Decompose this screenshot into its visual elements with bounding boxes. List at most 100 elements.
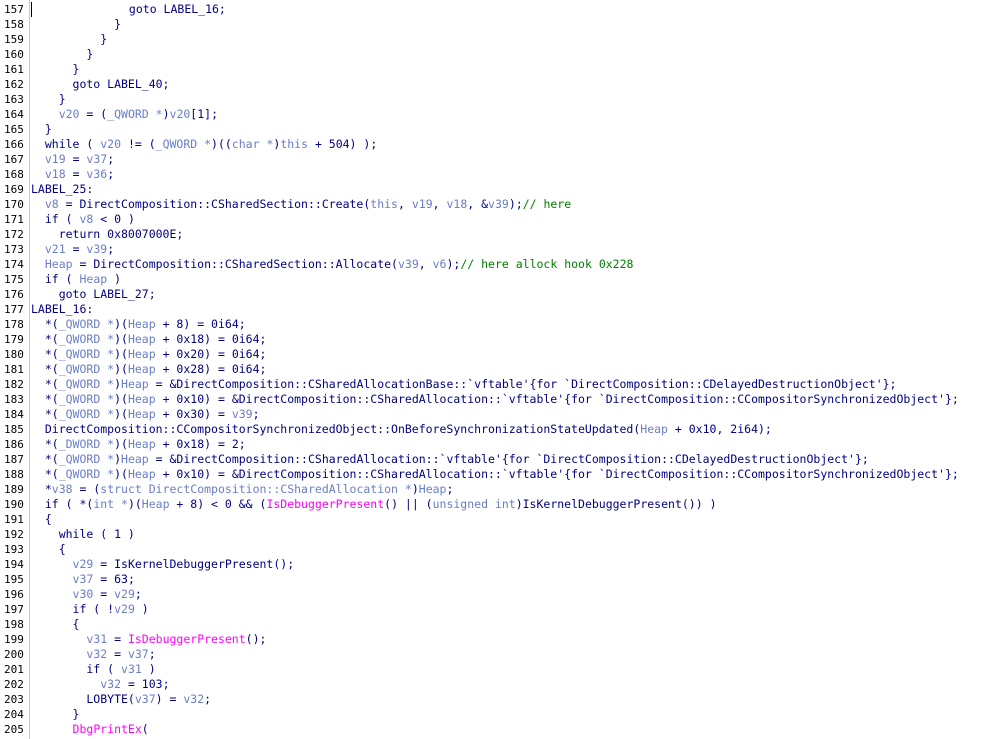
identifier[interactable]: v39 bbox=[398, 257, 419, 271]
code-line[interactable]: 186 *(_DWORD *)(Heap + 0x18) = 2; bbox=[0, 437, 988, 452]
code-content[interactable]: v29 = IsKernelDebuggerPresent(); bbox=[31, 557, 295, 572]
identifier[interactable]: v29 bbox=[114, 587, 135, 601]
identifier[interactable]: v32 bbox=[100, 677, 121, 691]
code-line[interactable]: 190 if ( *(int *)(Heap + 8) < 0 && (IsDe… bbox=[0, 497, 988, 512]
identifier[interactable]: this bbox=[370, 197, 398, 211]
identifier[interactable]: v32 bbox=[183, 692, 204, 706]
code-line[interactable]: 178 *(_QWORD *)(Heap + 8) = 0i64; bbox=[0, 317, 988, 332]
identifier[interactable]: v39 bbox=[86, 242, 107, 256]
code-line[interactable]: 167 v19 = v37; bbox=[0, 152, 988, 167]
identifier[interactable]: v39 bbox=[488, 197, 509, 211]
code-content[interactable]: if ( !v29 ) bbox=[31, 602, 149, 617]
code-line[interactable]: 195 v37 = 63; bbox=[0, 572, 988, 587]
import-call[interactable]: DbgPrintEx bbox=[73, 722, 142, 736]
identifier[interactable]: Heap bbox=[121, 452, 149, 466]
identifier[interactable]: v37 bbox=[128, 647, 149, 661]
identifier[interactable]: Heap bbox=[640, 422, 668, 436]
code-content[interactable]: if ( v8 < 0 ) bbox=[31, 212, 135, 227]
code-line[interactable]: 192 while ( 1 ) bbox=[0, 527, 988, 542]
code-content[interactable]: if ( *(int *)(Heap + 8) < 0 && (IsDebugg… bbox=[31, 497, 717, 512]
identifier[interactable]: v8 bbox=[45, 197, 59, 211]
identifier[interactable]: Heap bbox=[128, 407, 156, 421]
code-content[interactable]: } bbox=[31, 47, 93, 62]
code-content[interactable]: { bbox=[31, 617, 80, 632]
code-line[interactable]: 183 *(_QWORD *)(Heap + 0x10) = &DirectCo… bbox=[0, 392, 988, 407]
code-content[interactable]: DirectComposition::CCompositorSynchroniz… bbox=[31, 422, 772, 437]
code-lines[interactable]: 157 goto LABEL_16; 158 } 159 } 160 } 161 } 16… bbox=[0, 2, 988, 737]
code-content[interactable]: goto LABEL_40; bbox=[31, 77, 170, 92]
code-content[interactable]: v30 = v29; bbox=[31, 587, 142, 602]
code-line[interactable]: 200 v32 = v37; bbox=[0, 647, 988, 662]
code-line[interactable]: 184 *(_QWORD *)(Heap + 0x30) = v39; bbox=[0, 407, 988, 422]
identifier[interactable]: v38 bbox=[52, 482, 73, 496]
code-content[interactable]: if ( v31 ) bbox=[31, 662, 155, 677]
code-content[interactable]: v21 = v39; bbox=[31, 242, 114, 257]
code-line[interactable]: 160 } bbox=[0, 47, 988, 62]
code-line[interactable]: 169 LABEL_25: bbox=[0, 182, 988, 197]
identifier[interactable]: v37 bbox=[86, 152, 107, 166]
code-line[interactable]: 193 { bbox=[0, 542, 988, 557]
identifier[interactable]: int * bbox=[93, 497, 128, 511]
identifier[interactable]: v21 bbox=[45, 242, 66, 256]
identifier[interactable]: this bbox=[280, 137, 308, 151]
code-line[interactable]: 179 *(_QWORD *)(Heap + 0x18) = 0i64; bbox=[0, 332, 988, 347]
identifier[interactable]: _QWORD * bbox=[59, 362, 114, 376]
code-content[interactable]: { bbox=[31, 512, 52, 527]
code-content[interactable]: DbgPrintEx( bbox=[31, 722, 149, 737]
identifier[interactable]: unsigned int bbox=[433, 497, 516, 511]
code-line[interactable]: 188 *(_QWORD *)(Heap + 0x10) = &DirectCo… bbox=[0, 467, 988, 482]
code-line[interactable]: 158 } bbox=[0, 17, 988, 32]
code-content[interactable]: v20 = (_QWORD *)v20[1]; bbox=[31, 107, 218, 122]
code-content[interactable]: v31 = IsDebuggerPresent(); bbox=[31, 632, 266, 647]
identifier[interactable]: v20 bbox=[59, 107, 80, 121]
code-line[interactable]: 204 } bbox=[0, 707, 988, 722]
code-content[interactable]: *(_QWORD *)(Heap + 0x10) = &DirectCompos… bbox=[31, 467, 959, 482]
code-content[interactable]: *(_QWORD *)(Heap + 0x20) = 0i64; bbox=[31, 347, 267, 362]
identifier[interactable]: Heap bbox=[128, 332, 156, 346]
identifier[interactable]: Heap bbox=[128, 347, 156, 361]
identifier[interactable]: v20 bbox=[100, 137, 121, 151]
identifier[interactable]: v32 bbox=[86, 647, 107, 661]
code-line[interactable]: 189 *v38 = (struct DirectComposition::CS… bbox=[0, 482, 988, 497]
code-content[interactable]: LOBYTE(v37) = v32; bbox=[31, 692, 211, 707]
code-content[interactable]: return 0x8007000E; bbox=[31, 227, 184, 242]
identifier[interactable]: Heap bbox=[79, 272, 107, 286]
code-line[interactable]: 199 v31 = IsDebuggerPresent(); bbox=[0, 632, 988, 647]
code-line[interactable]: 202 v32 = 103; bbox=[0, 677, 988, 692]
comment[interactable]: // here bbox=[523, 197, 571, 211]
identifier[interactable]: v30 bbox=[73, 587, 94, 601]
code-line[interactable]: 162 goto LABEL_40; bbox=[0, 77, 988, 92]
code-content[interactable]: *(_QWORD *)Heap = &DirectComposition::CS… bbox=[31, 452, 869, 467]
identifier[interactable]: Heap bbox=[45, 257, 73, 271]
code-line[interactable]: 180 *(_QWORD *)(Heap + 0x20) = 0i64; bbox=[0, 347, 988, 362]
code-content[interactable]: *(_DWORD *)(Heap + 0x18) = 2; bbox=[31, 437, 246, 452]
identifier[interactable]: v18 bbox=[446, 197, 467, 211]
code-content[interactable]: LABEL_25: bbox=[31, 182, 93, 197]
code-content[interactable]: } bbox=[31, 122, 52, 137]
code-content[interactable]: Heap = DirectComposition::CSharedSection… bbox=[31, 257, 634, 272]
code-line[interactable]: 164 v20 = (_QWORD *)v20[1]; bbox=[0, 107, 988, 122]
code-content[interactable]: *(_QWORD *)(Heap + 0x28) = 0i64; bbox=[31, 362, 267, 377]
code-content[interactable]: goto LABEL_27; bbox=[31, 287, 156, 302]
identifier[interactable]: v31 bbox=[86, 632, 107, 646]
code-line[interactable]: 185 DirectComposition::CCompositorSynchr… bbox=[0, 422, 988, 437]
identifier[interactable]: _QWORD * bbox=[59, 317, 114, 331]
identifier[interactable]: _QWORD * bbox=[59, 347, 114, 361]
identifier[interactable]: _QWORD * bbox=[156, 137, 211, 151]
code-line[interactable]: 201 if ( v31 ) bbox=[0, 662, 988, 677]
code-line[interactable]: 196 v30 = v29; bbox=[0, 587, 988, 602]
code-line[interactable]: 176 goto LABEL_27; bbox=[0, 287, 988, 302]
code-line[interactable]: 198 { bbox=[0, 617, 988, 632]
code-line[interactable]: 166 while ( v20 != (_QWORD *)((char *)th… bbox=[0, 137, 988, 152]
code-content[interactable]: *(_QWORD *)(Heap + 0x10) = &DirectCompos… bbox=[31, 392, 959, 407]
code-line[interactable]: 203 LOBYTE(v37) = v32; bbox=[0, 692, 988, 707]
code-content[interactable]: v32 = v37; bbox=[31, 647, 155, 662]
code-line[interactable]: 181 *(_QWORD *)(Heap + 0x28) = 0i64; bbox=[0, 362, 988, 377]
code-line[interactable]: 175 if ( Heap ) bbox=[0, 272, 988, 287]
code-line[interactable]: 171 if ( v8 < 0 ) bbox=[0, 212, 988, 227]
code-line[interactable]: 187 *(_QWORD *)Heap = &DirectComposition… bbox=[0, 452, 988, 467]
identifier[interactable]: Heap bbox=[142, 497, 170, 511]
identifier[interactable]: _QWORD * bbox=[59, 452, 114, 466]
code-line[interactable]: 191 { bbox=[0, 512, 988, 527]
code-content[interactable]: v19 = v37; bbox=[31, 152, 114, 167]
